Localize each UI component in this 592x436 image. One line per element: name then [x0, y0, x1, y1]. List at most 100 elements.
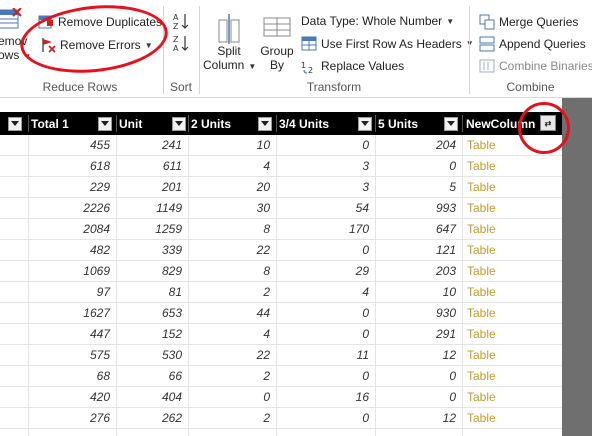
column-header-label: 3/4 Units [279, 116, 330, 131]
split-column-button[interactable]: Split Column ▼ [203, 14, 256, 74]
table-link-cell[interactable] [463, 429, 562, 436]
table-link-cell[interactable]: Table [463, 282, 562, 302]
table-cell-2-units: 30 [256, 201, 270, 215]
column-filter-unit[interactable] [170, 112, 190, 135]
filter-dropdown-icon[interactable] [358, 116, 372, 131]
table-cell-2-units: 2 [263, 369, 270, 383]
table-cell-3-4-units: 16 [355, 390, 369, 404]
sort-descending-icon: Z A [173, 35, 189, 52]
table-cell-total-1 [29, 429, 116, 436]
table-row[interactable]: 276 262 2 0 12 Table [0, 408, 562, 429]
table-row[interactable]: 447 152 4 0 291 Table [0, 324, 562, 345]
sort-ascending-button[interactable]: A Z [172, 12, 190, 30]
data-type-dropdown[interactable]: Data Type: Whole Number ▼ [301, 14, 454, 28]
table-row[interactable]: 1069 829 8 29 203 Table [0, 261, 562, 282]
group-by-button[interactable]: Group By [257, 14, 297, 72]
table-row[interactable]: 455 241 10 0 204 Table [0, 135, 562, 156]
grid-empty-area [562, 98, 592, 436]
table-cell-5-units: 0 [449, 159, 456, 173]
table-cell-total-1: 68 [96, 369, 110, 383]
table-cell-2-units: 20 [256, 180, 270, 194]
use-first-row-as-headers-button[interactable]: Use First Row As Headers ▼ [301, 36, 474, 51]
filter-dropdown-icon[interactable] [444, 116, 458, 131]
remove-duplicates-icon [38, 15, 53, 29]
replace-values-label: Replace Values [321, 59, 405, 73]
table-row[interactable]: 1627 653 44 0 930 Table [0, 303, 562, 324]
column-header-3-4-units[interactable]: 3/4 Units [277, 112, 357, 135]
merge-queries-button[interactable]: Merge Queries [479, 14, 578, 30]
table-row[interactable]: 2084 1259 8 170 647 Table [0, 219, 562, 240]
column-header-2-units[interactable]: 2 Units [189, 112, 258, 135]
table-cell-5-units: 204 [435, 138, 456, 152]
table-link-cell[interactable]: Table [463, 156, 562, 176]
table-cell-2-units: 4 [263, 327, 270, 341]
grid-top-gap [0, 98, 562, 112]
table-cell-5-units: 10 [442, 285, 456, 299]
table-row[interactable]: 229 201 20 3 5 Table [0, 177, 562, 198]
column-filter-3-4-units[interactable] [356, 112, 376, 135]
table-cell-3-4-units: 4 [362, 285, 369, 299]
sort-group-label: Sort [169, 80, 192, 94]
table-link-cell[interactable]: Table [463, 324, 562, 344]
column-header-5-units[interactable]: 5 Units [376, 112, 444, 135]
remove-rows-button[interactable]: emov ows ▼ [0, 8, 31, 64]
table-cell-2-units: 2 [263, 285, 270, 299]
table-row[interactable] [0, 429, 562, 436]
table-cell-unit: 829 [161, 264, 182, 278]
table-link-cell[interactable]: Table [463, 198, 562, 218]
table-row[interactable]: 618 611 4 3 0 Table [0, 156, 562, 177]
table-row[interactable]: 420 404 0 16 0 Table [0, 387, 562, 408]
sort-descending-button[interactable]: Z A [172, 34, 190, 52]
table-link-cell[interactable]: Table [463, 177, 562, 197]
replace-values-button[interactable]: 1 2 Replace Values [301, 58, 404, 74]
group-by-icon [263, 17, 291, 37]
split-column-label-1: Split [217, 44, 241, 58]
filter-dropdown-icon[interactable] [98, 116, 112, 131]
table-cell-3-4-units: 0 [362, 369, 369, 383]
append-queries-button[interactable]: Append Queries [479, 36, 586, 52]
table-row[interactable]: 482 339 22 0 121 Table [0, 240, 562, 261]
table-row[interactable]: 97 81 2 4 10 Table [0, 282, 562, 303]
ribbon: emov ows ▼ Remove Duplicates Remove Error… [0, 0, 592, 98]
column-filter-5-units[interactable] [442, 112, 462, 135]
table-cell-2-units: 10 [256, 138, 270, 152]
remove-duplicates-button[interactable]: Remove Duplicates [38, 14, 162, 30]
column-header-label: 5 Units [378, 116, 419, 131]
table-link-cell[interactable]: Table [463, 240, 562, 260]
table-cell-2-units: 22 [256, 243, 270, 257]
remove-errors-button[interactable]: Remove Errors ▼ [40, 37, 153, 53]
table-row[interactable]: 575 530 22 11 12 Table [0, 345, 562, 366]
table-cell-5-units: 12 [442, 348, 456, 362]
table-cell-5-units: 291 [435, 327, 456, 341]
column-filter-total-1[interactable] [96, 112, 116, 135]
filter-dropdown-icon[interactable] [8, 116, 22, 131]
column-header-unit[interactable]: Unit [117, 112, 170, 135]
table-cell-5-units: 0 [449, 369, 456, 383]
table-cell-3-4-units: 29 [355, 264, 369, 278]
column-header-partial[interactable] [0, 112, 28, 135]
table-link-cell[interactable]: Table [463, 261, 562, 281]
filter-dropdown-icon[interactable] [172, 116, 186, 131]
table-link-cell[interactable]: Table [463, 303, 562, 323]
table-header-icon [301, 36, 317, 51]
table-row[interactable]: 2226 1149 30 54 993 Table [0, 198, 562, 219]
table-row[interactable]: 68 66 2 0 0 Table [0, 366, 562, 387]
group-by-label-1: Group [260, 44, 294, 58]
table-link-cell[interactable]: Table [463, 387, 562, 407]
table-link-cell[interactable]: Table [463, 135, 562, 155]
table-link-cell[interactable]: Table [463, 408, 562, 428]
table-link-cell[interactable]: Table [463, 219, 562, 239]
filter-dropdown-icon[interactable] [258, 116, 272, 131]
table-link-cell[interactable]: Table [463, 366, 562, 386]
combine-binaries-button[interactable]: Combine Binaries [479, 58, 592, 74]
table-cell-total-1: 447 [89, 327, 110, 341]
table-cell-total-1: 482 [89, 243, 110, 257]
table-cell-unit: 611 [162, 159, 182, 173]
table-link-cell[interactable]: Table [463, 345, 562, 365]
column-header-label: Total 1 [31, 116, 69, 131]
expand-column-button[interactable]: ⇄ [538, 112, 560, 135]
column-header-newcolumn[interactable]: NewColumn [463, 112, 537, 135]
column-filter-2-units[interactable] [256, 112, 276, 135]
column-header-label: NewColumn [466, 116, 536, 131]
expand-arrows-icon[interactable]: ⇄ [540, 115, 556, 131]
